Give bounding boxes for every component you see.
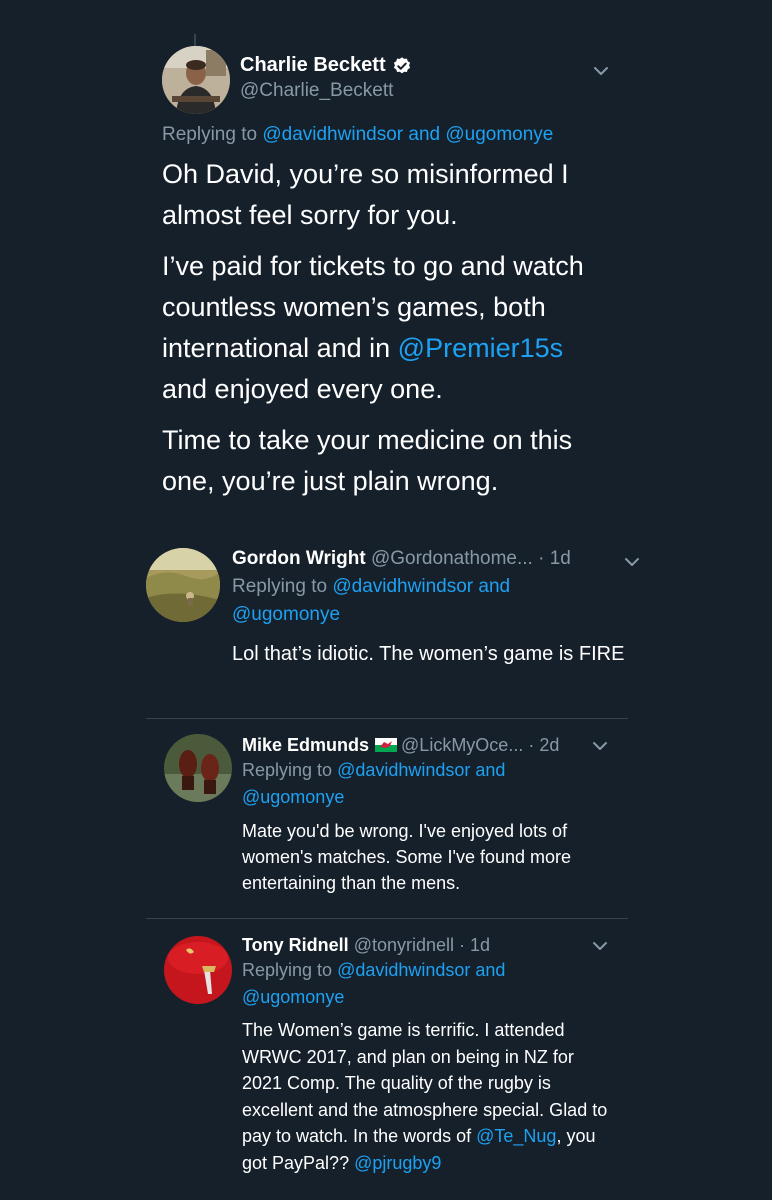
replying-to: Replying to @davidhwindsor and @ugomonye (162, 124, 553, 146)
tweet-text: Lol that’s idiotic. The women’s game is … (232, 643, 625, 665)
author-handle[interactable]: @Gordonathome... (371, 548, 533, 569)
tweet-text: The Women’s game is terrific. I attended… (242, 1017, 612, 1176)
mention-link[interactable]: @Premier15s (398, 333, 563, 363)
divider (146, 718, 628, 719)
author-handle[interactable]: @Charlie_Beckett (240, 80, 393, 102)
tweet-paragraph: I’ve paid for tickets to go and watch co… (162, 246, 612, 410)
reply-header: Tony Ridnell @tonyridnell · 1d (242, 933, 490, 957)
timestamp[interactable]: · 1d (533, 548, 571, 569)
timestamp[interactable]: · 1d (454, 935, 490, 955)
replying-and: and (470, 760, 506, 780)
mention-link[interactable]: @pjrugby9 (354, 1153, 441, 1173)
chevron-down-icon[interactable] (622, 552, 642, 572)
author-name[interactable]: Tony Ridnell (242, 935, 349, 955)
tweet-text-segment: and enjoyed every one. (162, 374, 443, 404)
avatar[interactable] (164, 936, 232, 1004)
reply-header: Mike Edmunds @LickMyOce... · 2d (242, 733, 559, 757)
replying-prefix: Replying to (162, 124, 263, 145)
mention-link[interactable]: @ugomonye (242, 787, 344, 807)
tweet-paragraph: Oh David, you’re so misinformed I almost… (162, 159, 569, 230)
mention-link[interactable]: @davidhwindsor (337, 960, 470, 980)
replying-prefix: Replying to (242, 960, 338, 980)
chevron-down-icon[interactable] (590, 736, 610, 756)
reply-header: Gordon Wright @Gordonathome... · 1d (232, 547, 571, 571)
author-name[interactable]: Gordon Wright (232, 548, 366, 569)
replying-and: and (473, 576, 511, 597)
mention-link[interactable]: @Te_Nug (476, 1126, 556, 1146)
replying-and: and (403, 124, 446, 145)
avatar[interactable] (164, 734, 232, 802)
reply-tweet[interactable]: Gordon Wright @Gordonathome... · 1d Repl… (0, 540, 772, 710)
replying-to: Replying to @davidhwindsor and @ugomonye (242, 757, 582, 811)
reply-tweet[interactable]: Tony Ridnell @tonyridnell · 1d Replying … (0, 928, 772, 1188)
replying-to: Replying to @davidhwindsor and @ugomonye (232, 573, 592, 629)
author-name[interactable]: Mike Edmunds (242, 735, 369, 755)
mention-link[interactable]: @davidhwindsor (337, 760, 470, 780)
chevron-down-icon[interactable] (590, 60, 612, 82)
avatar[interactable] (146, 548, 220, 622)
wales-flag-icon (375, 734, 398, 752)
mention-link[interactable]: @davidhwindsor (332, 576, 473, 597)
chevron-down-icon[interactable] (590, 936, 610, 956)
author-handle[interactable]: @LickMyOce... (401, 735, 523, 755)
reply-tweet[interactable]: Mike Edmunds @LickMyOce... · 2d Replying … (0, 728, 772, 908)
replying-prefix: Replying to (242, 760, 338, 780)
divider (146, 918, 628, 919)
mention-link[interactable]: @davidhwindsor (262, 124, 403, 145)
replying-to: Replying to @davidhwindsor and @ugomonye (242, 957, 582, 1011)
mention-link[interactable]: @ugomonye (232, 604, 340, 625)
tweet-paragraph: Time to take your medicine on this one, … (162, 425, 573, 496)
timestamp[interactable]: · 2d (523, 735, 559, 755)
tweet-text: Mate you'd be wrong. I've enjoyed lots o… (242, 821, 572, 893)
tweet-thread: Charlie Beckett @Charlie_Beckett Replyin… (0, 0, 772, 1200)
thread-connector-line (194, 34, 196, 46)
replying-prefix: Replying to (232, 576, 333, 597)
author-handle[interactable]: @tonyridnell (354, 935, 454, 955)
main-tweet-header: Charlie Beckett @Charlie_Beckett (162, 46, 622, 116)
main-name-row: Charlie Beckett (240, 54, 412, 77)
verified-badge-icon (392, 56, 412, 76)
author-name[interactable]: Charlie Beckett (240, 54, 386, 77)
avatar[interactable] (162, 46, 230, 114)
replying-and: and (470, 960, 506, 980)
mention-link[interactable]: @ugomonye (445, 124, 553, 145)
tweet-text: Oh David, you’re so misinformed I almost… (162, 154, 612, 512)
mention-link[interactable]: @ugomonye (242, 987, 344, 1007)
